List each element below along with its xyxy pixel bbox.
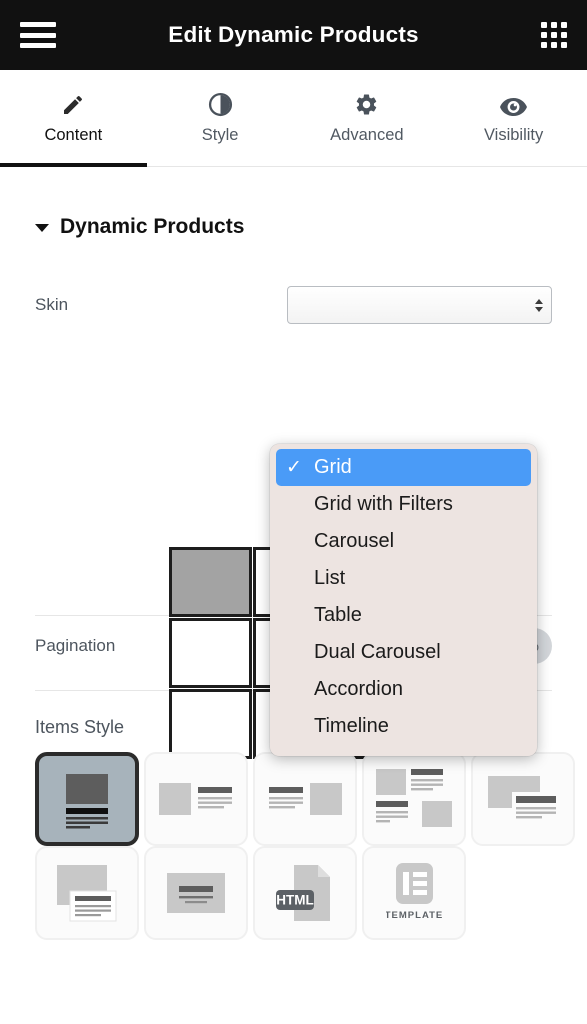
- dropdown-option-dual-carousel[interactable]: Dual Carousel: [270, 634, 537, 671]
- svg-text:HTML: HTML: [276, 893, 314, 908]
- chevron-down-icon: [535, 306, 543, 312]
- caret-down-icon: [35, 224, 49, 232]
- tab-label: Visibility: [483, 126, 544, 144]
- pagination-label: Pagination: [35, 636, 116, 655]
- chevron-up-icon: [535, 298, 543, 304]
- skin-row: Skin: [35, 286, 552, 324]
- items-style-thumbnails: HTML TEMPLATE: [35, 752, 575, 940]
- tab-label: Style: [201, 126, 239, 144]
- grid-preview-cell: [169, 547, 252, 617]
- apps-grid-dot: [561, 32, 567, 38]
- settings-panel: Dynamic Products Skin ✓ Grid Grid with F…: [0, 167, 587, 940]
- dropdown-option-label: Dual Carousel: [314, 641, 441, 663]
- dropdown-option-label: Timeline: [314, 715, 389, 737]
- eye-icon: [500, 91, 528, 117]
- layout-image-top-icon[interactable]: [35, 752, 139, 846]
- layout-image-right-icon[interactable]: [253, 752, 357, 846]
- dropdown-option-grid[interactable]: ✓ Grid: [276, 449, 531, 486]
- dropdown-option-label: Grid with Filters: [314, 493, 453, 515]
- apps-grid-icon[interactable]: [541, 22, 567, 48]
- gear-icon: [354, 91, 379, 117]
- dropdown-option-label: Table: [314, 604, 362, 626]
- tab-advanced[interactable]: Advanced: [294, 70, 441, 166]
- layout-overlap-icon[interactable]: [471, 752, 575, 846]
- dropdown-option-timeline[interactable]: Timeline: [270, 708, 537, 745]
- dropdown-option-table[interactable]: Table: [270, 597, 537, 634]
- apps-grid-dot: [551, 32, 557, 38]
- elementor-template-icon[interactable]: TEMPLATE: [362, 846, 466, 940]
- dropdown-option-list[interactable]: List: [270, 560, 537, 597]
- hamburger-bar: [20, 43, 56, 48]
- hamburger-menu-icon[interactable]: [20, 22, 56, 48]
- section-title: Dynamic Products: [60, 215, 245, 238]
- layout-zigzag-icon[interactable]: [362, 752, 466, 846]
- dropdown-option-carousel[interactable]: Carousel: [270, 523, 537, 560]
- top-bar: Edit Dynamic Products: [0, 0, 587, 70]
- dropdown-option-label: Accordion: [314, 678, 403, 700]
- svg-text:TEMPLATE: TEMPLATE: [386, 910, 442, 921]
- select-stepper-icon: [535, 298, 543, 312]
- dropdown-option-label: Carousel: [314, 530, 395, 552]
- dropdown-option-grid-with-filters[interactable]: Grid with Filters: [270, 486, 537, 523]
- layout-centered-text-icon[interactable]: [144, 846, 248, 940]
- tab-label: Content: [44, 126, 103, 144]
- dropdown-option-label: List: [314, 567, 346, 589]
- apps-grid-dot: [541, 32, 547, 38]
- tab-content[interactable]: Content: [0, 70, 147, 167]
- grid-preview-cell: [169, 618, 252, 688]
- apps-grid-dot: [541, 22, 547, 28]
- tab-visibility[interactable]: Visibility: [440, 70, 587, 166]
- hamburger-bar: [20, 32, 56, 38]
- tab-label: Advanced: [330, 126, 404, 144]
- contrast-icon: [208, 91, 233, 117]
- dropdown-option-accordion[interactable]: Accordion: [270, 671, 537, 708]
- section-header-dynamic-products[interactable]: Dynamic Products: [35, 167, 552, 239]
- layout-image-left-icon[interactable]: [144, 752, 248, 846]
- tab-style[interactable]: Style: [147, 70, 294, 166]
- skin-select[interactable]: [287, 286, 552, 324]
- dropdown-option-label: Grid: [314, 456, 352, 478]
- apps-grid-dot: [551, 42, 557, 48]
- tab-bar: Content Style Advanced Visibility: [0, 70, 587, 167]
- hamburger-bar: [20, 22, 56, 27]
- skin-dropdown-menu[interactable]: ✓ Grid Grid with Filters Carousel List T…: [270, 444, 537, 756]
- skin-label: Skin: [35, 295, 69, 314]
- apps-grid-dot: [561, 42, 567, 48]
- apps-grid-dot: [541, 42, 547, 48]
- grid-preview-cell: [169, 689, 252, 759]
- html-file-icon[interactable]: HTML: [253, 846, 357, 940]
- page-title: Edit Dynamic Products: [168, 22, 419, 47]
- checkmark-icon: ✓: [286, 457, 302, 478]
- apps-grid-dot: [561, 22, 567, 28]
- apps-grid-dot: [551, 22, 557, 28]
- layout-card-offset-icon[interactable]: [35, 846, 139, 940]
- pencil-icon: [61, 91, 85, 117]
